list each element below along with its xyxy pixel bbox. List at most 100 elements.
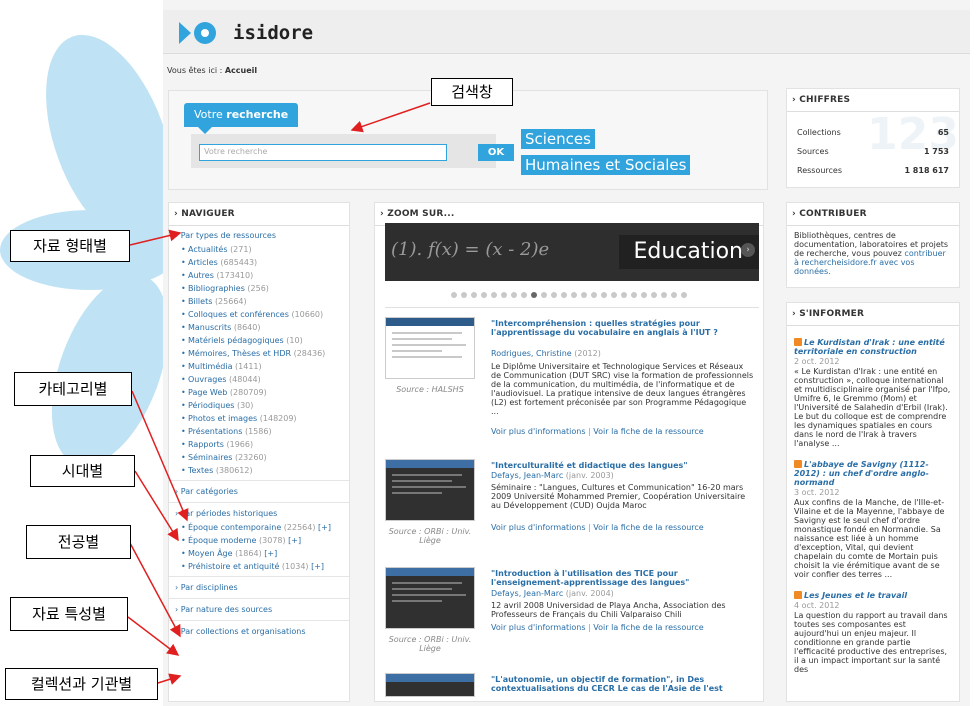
slider-dot[interactable] bbox=[561, 292, 567, 298]
slider-dot[interactable] bbox=[571, 292, 577, 298]
nav-period-expand[interactable]: [+] bbox=[288, 536, 301, 545]
slider-dot[interactable] bbox=[541, 292, 547, 298]
slider-dot[interactable] bbox=[651, 292, 657, 298]
rss-icon bbox=[794, 591, 802, 599]
nav-type-item[interactable]: Photos et images (148209) bbox=[181, 414, 349, 424]
slider-dot[interactable] bbox=[451, 292, 457, 298]
resource-title[interactable]: "L'autonomie, un objectif de formation",… bbox=[491, 675, 753, 693]
nav-type-label: Articles bbox=[188, 258, 218, 267]
news-title[interactable]: Le Kurdistan d'Irak : une entité territo… bbox=[794, 338, 952, 356]
nav-sources-link[interactable]: › Par nature des sources bbox=[169, 598, 349, 616]
news-title-text[interactable]: Le Kurdistan d'Irak : une entité territo… bbox=[794, 338, 945, 356]
header-bar: isidore bbox=[163, 10, 970, 54]
nav-period-expand[interactable]: [+] bbox=[311, 562, 324, 571]
slider-dot[interactable] bbox=[631, 292, 637, 298]
news-title[interactable]: L'abbaye de Savigny (1112-2012) : un che… bbox=[794, 460, 952, 487]
nav-period-item[interactable]: Époque moderne (3078) [+] bbox=[181, 536, 349, 546]
nav-type-label: Manuscrits bbox=[188, 323, 232, 332]
annotation-collection: 컬렉션과 기관별 bbox=[5, 668, 158, 700]
slider-dot[interactable] bbox=[491, 292, 497, 298]
nav-period-item[interactable]: Époque contemporaine (22564) [+] bbox=[181, 523, 349, 533]
nav-type-item[interactable]: Mémoires, Thèses et HDR (28436) bbox=[181, 349, 349, 359]
news-title-text[interactable]: Les Jeunes et le travail bbox=[804, 591, 907, 600]
slider-dot[interactable] bbox=[601, 292, 607, 298]
slider-dot[interactable] bbox=[681, 292, 687, 298]
news-title[interactable]: Les Jeunes et le travail bbox=[794, 591, 952, 600]
nav-type-label: Mémoires, Thèses et HDR bbox=[188, 349, 292, 358]
slider-dot[interactable] bbox=[641, 292, 647, 298]
resource-thumbnail[interactable] bbox=[385, 673, 475, 697]
resource-date: (janv. 2004) bbox=[565, 589, 614, 598]
slider-dot[interactable] bbox=[581, 292, 587, 298]
nav-type-item[interactable]: Actualités (271) bbox=[181, 245, 349, 255]
more-info-link[interactable]: Voir plus d'informations bbox=[491, 623, 586, 632]
logo-text[interactable]: isidore bbox=[233, 22, 313, 44]
slider-dot[interactable] bbox=[621, 292, 627, 298]
nav-type-item[interactable]: Billets (25664) bbox=[181, 297, 349, 307]
resource-sheet-link[interactable]: Voir la fiche de la ressource bbox=[593, 623, 703, 632]
slider-dot[interactable] bbox=[591, 292, 597, 298]
nav-type-item[interactable]: Manuscrits (8640) bbox=[181, 323, 349, 333]
nav-type-count: (10660) bbox=[291, 310, 324, 319]
nav-type-item[interactable]: Multimédia (1411) bbox=[181, 362, 349, 372]
resource-date: (2012) bbox=[574, 349, 601, 358]
nav-type-item[interactable]: Colloques et conférences (10660) bbox=[181, 310, 349, 320]
nav-type-item[interactable]: Séminaires (23260) bbox=[181, 453, 349, 463]
nav-period-item[interactable]: Préhistoire et antiquité (1034) [+] bbox=[181, 562, 349, 572]
nav-type-item[interactable]: Ouvrages (48044) bbox=[181, 375, 349, 385]
breadcrumb-current[interactable]: Accueil bbox=[225, 66, 257, 75]
nav-type-item[interactable]: Textes (380612) bbox=[181, 466, 349, 476]
resource-title[interactable]: "Interculturalité et didactique des lang… bbox=[491, 461, 753, 470]
resource-title[interactable]: "Intercompréhension : quelles stratégies… bbox=[491, 319, 753, 337]
slider-dot[interactable] bbox=[671, 292, 677, 298]
author-name[interactable]: Defays, Jean-Marc bbox=[491, 589, 563, 598]
news-item: Les Jeunes et le travail 4 oct. 2012 La … bbox=[787, 579, 959, 674]
annotation-nature: 자료 특성별 bbox=[10, 597, 128, 631]
news-text: La question du rapport au travail dans t… bbox=[794, 611, 948, 674]
nav-type-item[interactable]: Bibliographies (256) bbox=[181, 284, 349, 294]
slider-dot[interactable] bbox=[611, 292, 617, 298]
nav-periods-link[interactable]: › Par périodes historiques bbox=[169, 502, 349, 520]
slider-dot[interactable] bbox=[471, 292, 477, 298]
nav-type-item[interactable]: Matériels pédagogiques (10) bbox=[181, 336, 349, 346]
search-ok-button[interactable]: OK bbox=[478, 144, 514, 161]
nav-type-item[interactable]: Autres (173410) bbox=[181, 271, 349, 281]
author-name[interactable]: Defays, Jean-Marc bbox=[491, 471, 563, 480]
resource-thumbnail[interactable] bbox=[385, 317, 475, 379]
resource-thumbnail[interactable] bbox=[385, 567, 475, 629]
nav-disciplines-link[interactable]: › Par disciplines bbox=[169, 576, 349, 594]
nav-period-expand[interactable]: [+] bbox=[264, 549, 277, 558]
nav-period-item[interactable]: Moyen Âge (1864) [+] bbox=[181, 549, 349, 559]
slider-dot[interactable] bbox=[661, 292, 667, 298]
nav-type-item[interactable]: Articles (685443) bbox=[181, 258, 349, 268]
slider-dot[interactable] bbox=[461, 292, 467, 298]
nav-collections-link[interactable]: › Par collections et organisations bbox=[169, 620, 349, 638]
nav-type-item[interactable]: Périodiques (30) bbox=[181, 401, 349, 411]
author-name[interactable]: Rodrigues, Christine bbox=[491, 349, 572, 358]
slider-dot-active[interactable] bbox=[531, 292, 537, 298]
search-input[interactable]: Votre recherche bbox=[199, 144, 447, 161]
slider-dot[interactable] bbox=[501, 292, 507, 298]
resource-thumbnail[interactable] bbox=[385, 459, 475, 521]
nav-type-item[interactable]: Présentations (1586) bbox=[181, 427, 349, 437]
resource-title[interactable]: "Introduction à l'utilisation des TICE p… bbox=[491, 569, 753, 587]
zoom-slider[interactable]: (1). f(x) = (x - 2)e Education › bbox=[385, 223, 759, 281]
nav-types-link[interactable]: › Par types de ressources bbox=[169, 229, 349, 242]
more-info-link[interactable]: Voir plus d'informations bbox=[491, 523, 586, 532]
divider bbox=[385, 307, 759, 308]
resource-sheet-link[interactable]: Voir la fiche de la ressource bbox=[593, 523, 703, 532]
slider-dot[interactable] bbox=[521, 292, 527, 298]
isidore-logo-icon[interactable] bbox=[177, 20, 221, 46]
slider-dot[interactable] bbox=[551, 292, 557, 298]
resource-description: 12 avril 2008 Universidad de Playa Ancha… bbox=[491, 601, 726, 619]
slider-dot[interactable] bbox=[511, 292, 517, 298]
nav-type-item[interactable]: Page Web (280709) bbox=[181, 388, 349, 398]
nav-period-expand[interactable]: [+] bbox=[318, 523, 331, 532]
resource-sheet-link[interactable]: Voir la fiche de la ressource bbox=[593, 427, 703, 436]
news-title-text[interactable]: L'abbaye de Savigny (1112-2012) : un che… bbox=[794, 460, 929, 487]
more-info-link[interactable]: Voir plus d'informations bbox=[491, 427, 586, 436]
slider-next-icon[interactable]: › bbox=[741, 243, 755, 257]
slider-dot[interactable] bbox=[481, 292, 487, 298]
nav-type-item[interactable]: Rapports (1966) bbox=[181, 440, 349, 450]
nav-categories-link[interactable]: › Par catégories bbox=[169, 480, 349, 498]
